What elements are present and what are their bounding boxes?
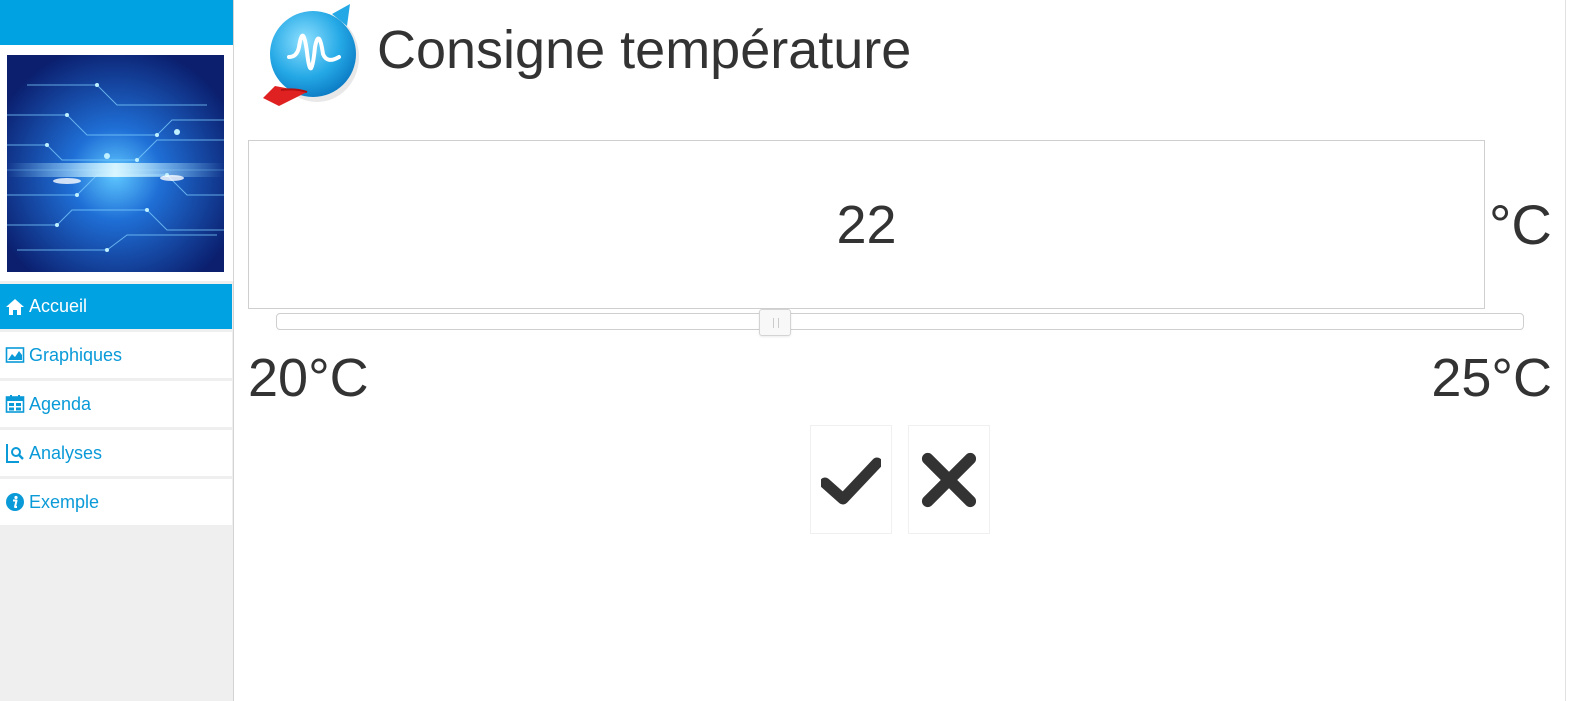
sidebar-item-exemple[interactable]: Exemple (0, 479, 232, 525)
sidebar-item-agenda[interactable]: Agenda (0, 381, 232, 427)
app-logo-icon (263, 4, 359, 106)
grip-icon (773, 318, 780, 328)
close-icon (921, 452, 977, 507)
unit-label: °C (1489, 193, 1552, 256)
range-min-label: 20°C (248, 348, 369, 408)
info-icon (5, 492, 25, 512)
setpoint-value: 22 (836, 194, 897, 255)
chart-icon (5, 345, 25, 365)
setpoint-slider-track[interactable] (276, 313, 1524, 330)
sidebar-item-accueil[interactable]: Accueil (0, 284, 232, 329)
sidebar-item-graphiques[interactable]: Graphiques (0, 332, 232, 378)
sidebar-item-label: Analyses (29, 442, 103, 463)
sidebar-item-label: Graphiques (29, 344, 123, 365)
circuit-board-image (7, 55, 224, 272)
page-title: Consigne température (377, 20, 912, 80)
sidebar: Accueil Graphiques Agenda Analyses Exemp… (0, 0, 234, 701)
setpoint-slider-handle[interactable] (759, 309, 792, 336)
sidebar-item-label: Accueil (29, 296, 88, 316)
home-icon (5, 297, 25, 317)
calendar-icon (5, 394, 25, 414)
range-max-label: 25°C (1431, 348, 1552, 408)
sidebar-banner (0, 45, 233, 281)
setpoint-value-display: 22 (248, 140, 1485, 309)
sidebar-item-label: Exemple (29, 491, 100, 512)
search-report-icon (5, 443, 25, 463)
check-icon (821, 457, 881, 504)
cancel-button[interactable] (908, 425, 990, 534)
sidebar-header-bar (0, 0, 233, 45)
content-right-border (1565, 0, 1566, 701)
sidebar-item-analyses[interactable]: Analyses (0, 430, 232, 476)
confirm-button[interactable] (810, 425, 892, 534)
sidebar-item-label: Agenda (29, 393, 92, 414)
sidebar-nav: Accueil Graphiques Agenda Analyses Exemp… (0, 284, 232, 528)
